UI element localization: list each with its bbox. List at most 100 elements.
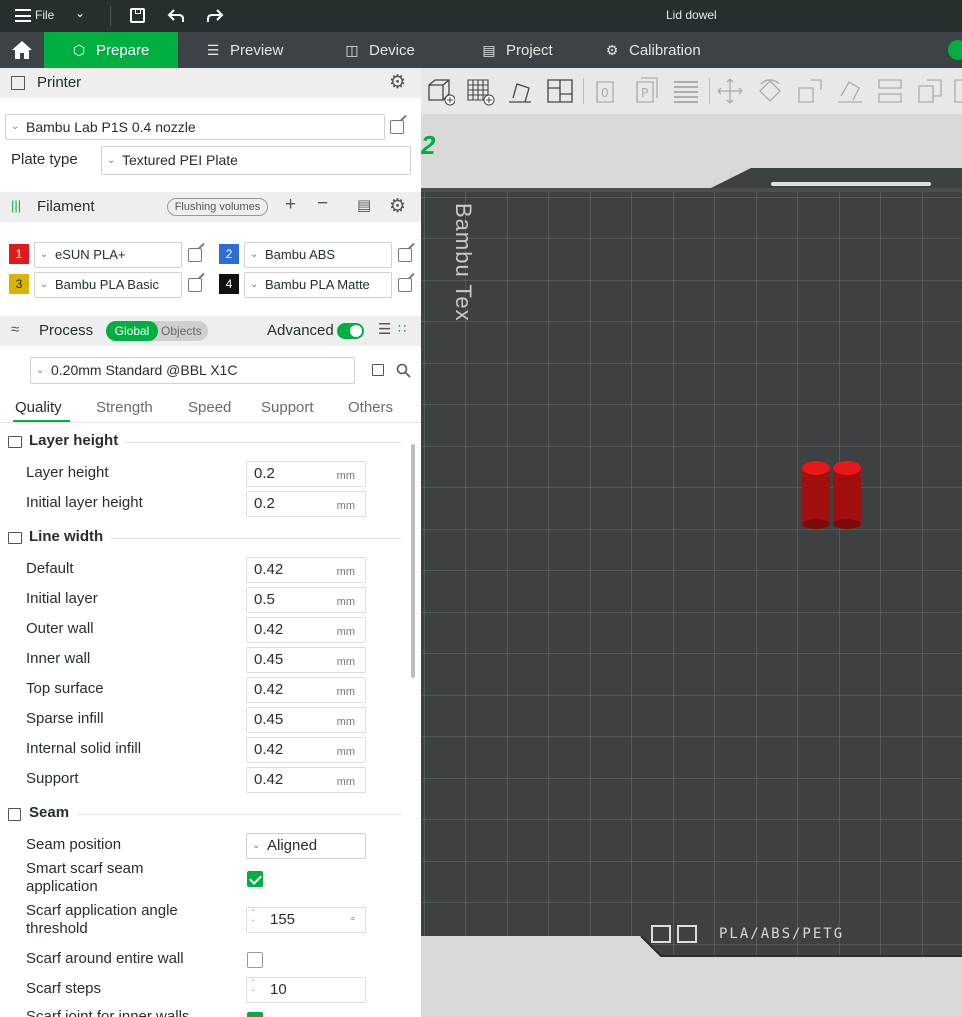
- advanced-toggle[interactable]: [337, 323, 364, 339]
- home-icon: [12, 41, 32, 59]
- add-plate-icon[interactable]: [465, 76, 495, 106]
- home-button[interactable]: [0, 32, 44, 68]
- filament-select-3[interactable]: ⌄ Bambu PLA Basic: [34, 272, 182, 298]
- line-width-default-input[interactable]: 0.42 mm: [246, 557, 366, 583]
- lay-on-face-icon[interactable]: [835, 76, 865, 106]
- gear-icon[interactable]: ⚙: [389, 195, 406, 218]
- file-menu[interactable]: File: [35, 8, 54, 22]
- tab-quality[interactable]: Quality: [15, 399, 62, 416]
- printer-select[interactable]: ⌄ Bambu Lab P1S 0.4 nozzle: [5, 114, 385, 140]
- search-icon[interactable]: [396, 363, 411, 378]
- edit-icon[interactable]: [398, 248, 412, 262]
- remove-icon[interactable]: −: [317, 193, 328, 215]
- model-dowel-1[interactable]: [801, 460, 831, 530]
- tab-others[interactable]: Others: [348, 399, 393, 416]
- tab-label: Preview: [230, 42, 284, 59]
- stepper-arrows-icon[interactable]: ˆˇ: [252, 909, 255, 929]
- scrollbar[interactable]: [411, 444, 415, 678]
- gear-icon[interactable]: ⚙: [389, 71, 406, 94]
- process-section-header: ≈ Process Global Objects Advanced ☰ ∷: [0, 316, 421, 346]
- scale-icon[interactable]: [795, 76, 825, 106]
- filament-icon: |||: [11, 198, 22, 213]
- input-value: 0.42: [254, 681, 284, 698]
- edit-icon[interactable]: [390, 120, 404, 134]
- chevron-down-icon: ⌄: [250, 279, 259, 290]
- global-objects-toggle[interactable]: Global Objects: [106, 321, 208, 341]
- redo-icon[interactable]: [206, 8, 224, 24]
- dots-grid-icon[interactable]: ∷: [398, 321, 406, 337]
- cut-icon[interactable]: [875, 76, 905, 106]
- more-icon[interactable]: [951, 76, 962, 106]
- edit-icon[interactable]: [398, 278, 412, 292]
- list-icon[interactable]: ☰: [378, 320, 391, 338]
- filament-select-4[interactable]: ⌄ Bambu PLA Matte: [244, 272, 392, 298]
- select-value: Aligned: [267, 837, 318, 854]
- stepper-arrows-icon[interactable]: ˆˇ: [252, 979, 255, 999]
- split-parts-icon[interactable]: P: [633, 76, 663, 106]
- seam-position-select[interactable]: ⌄ Aligned: [246, 833, 366, 859]
- rotate-icon[interactable]: [755, 76, 785, 106]
- divider: [78, 814, 401, 815]
- tab-prepare[interactable]: ⬡ Prepare: [44, 32, 178, 68]
- line-width-top-surface-input[interactable]: 0.42 mm: [246, 677, 366, 703]
- line-width-inner-wall-input[interactable]: 0.45 mm: [246, 647, 366, 673]
- tab-strength[interactable]: Strength: [96, 399, 153, 416]
- tab-speed[interactable]: Speed: [188, 399, 231, 416]
- edit-icon[interactable]: [188, 278, 202, 292]
- layers-icon[interactable]: [671, 76, 701, 106]
- divider: [709, 78, 710, 104]
- smart-scarf-checkbox[interactable]: [247, 871, 263, 887]
- save-icon[interactable]: [372, 364, 384, 376]
- chevron-down-icon[interactable]: ⌄: [75, 6, 85, 20]
- layer-height-input[interactable]: 0.2 mm: [246, 461, 366, 487]
- tab-device[interactable]: ◫ Device: [343, 32, 414, 68]
- status-indicator-icon[interactable]: [948, 40, 962, 60]
- setting-label: Scarf application angle: [26, 902, 178, 919]
- project-icon: ▤: [482, 42, 496, 58]
- line-width-support-input[interactable]: 0.42 mm: [246, 767, 366, 793]
- arrange-icon[interactable]: [545, 76, 575, 106]
- unit-label: °: [350, 916, 355, 928]
- filament-slot-1[interactable]: 1: [9, 244, 29, 264]
- edit-icon[interactable]: [188, 248, 202, 262]
- tab-calibration[interactable]: ⚙ Calibration: [603, 32, 701, 68]
- line-width-sparse-infill-input[interactable]: 0.45 mm: [246, 707, 366, 733]
- objects-option[interactable]: Objects: [161, 324, 202, 338]
- scarf-angle-stepper[interactable]: ˆˇ 155 °: [246, 907, 366, 933]
- flushing-volumes-button[interactable]: Flushing volumes: [167, 198, 268, 216]
- process-profile-select[interactable]: ⌄ 0.20mm Standard @BBL X1C: [30, 357, 355, 384]
- filament-slot-3[interactable]: 3: [9, 274, 29, 294]
- 3d-viewport[interactable]: 0 P 2 Bambu Tex PLA/ABS/PETG: [421, 68, 962, 1017]
- filament-slot-4[interactable]: 4: [219, 274, 239, 294]
- save-icon[interactable]: [130, 8, 145, 23]
- move-icon[interactable]: [715, 76, 745, 106]
- tab-preview[interactable]: ☰ Preview: [204, 32, 284, 68]
- model-dowel-2[interactable]: [832, 460, 862, 530]
- tab-label: Project: [506, 42, 553, 59]
- scarf-entire-wall-checkbox[interactable]: [247, 952, 263, 968]
- tab-support[interactable]: Support: [261, 399, 314, 416]
- filament-select-2[interactable]: ⌄ Bambu ABS: [244, 242, 392, 268]
- menu-icon[interactable]: [15, 9, 31, 22]
- build-plate[interactable]: [421, 114, 962, 1017]
- plate-type-select[interactable]: ⌄ Textured PEI Plate: [101, 146, 411, 175]
- global-option[interactable]: Global: [106, 321, 158, 341]
- line-width-internal-solid-infill-input[interactable]: 0.42 mm: [246, 737, 366, 763]
- boolean-icon[interactable]: [915, 76, 945, 106]
- auto-orient-icon[interactable]: [505, 76, 535, 106]
- setting-label: Seam position: [26, 836, 122, 853]
- sync-icon[interactable]: ▤: [357, 196, 371, 214]
- add-icon[interactable]: +: [285, 194, 296, 216]
- filament-select-1[interactable]: ⌄ eSUN PLA+: [34, 242, 182, 268]
- split-objects-icon[interactable]: 0: [593, 76, 623, 106]
- filament-slot-2[interactable]: 2: [219, 244, 239, 264]
- scarf-steps-stepper[interactable]: ˆˇ 10: [246, 977, 366, 1003]
- line-width-outer-wall-input[interactable]: 0.42 mm: [246, 617, 366, 643]
- scarf-inner-walls-checkbox[interactable]: [247, 1012, 263, 1017]
- line-width-initial-layer-input[interactable]: 0.5 mm: [246, 587, 366, 613]
- tab-project[interactable]: ▤ Project: [480, 32, 553, 68]
- initial-layer-height-input[interactable]: 0.2 mm: [246, 491, 366, 517]
- setting-label: Smart scarf seam: [26, 860, 144, 877]
- undo-icon[interactable]: [167, 8, 185, 24]
- add-object-icon[interactable]: [425, 76, 455, 106]
